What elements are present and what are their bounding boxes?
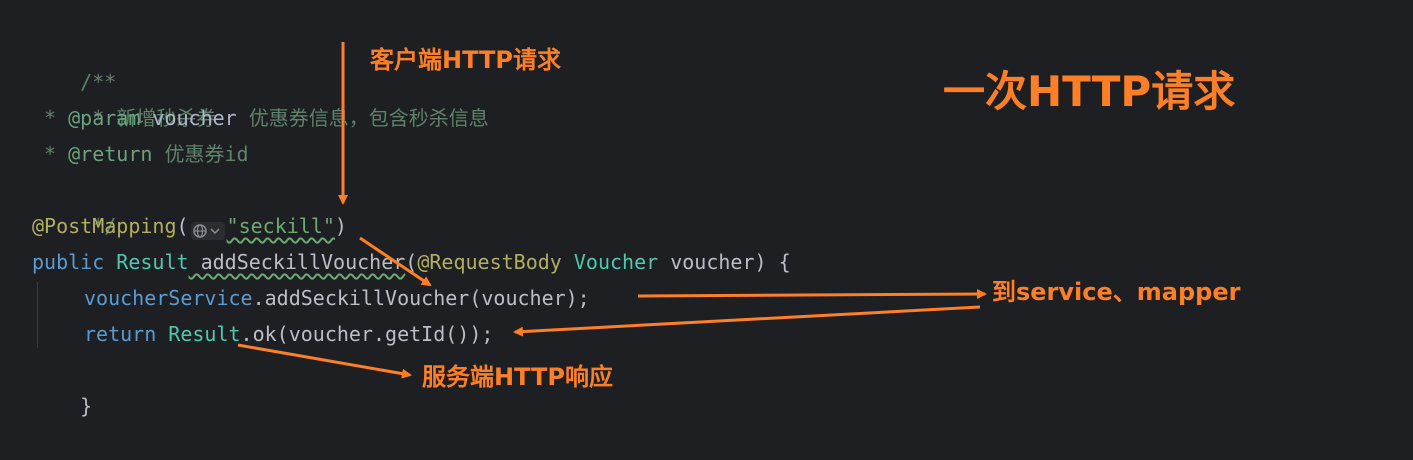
- service-mapper-label: 到service、mapper: [992, 278, 1241, 306]
- arrow-from-mapper: [513, 305, 981, 337]
- server-response-label: 服务端HTTP响应: [422, 363, 613, 391]
- arrow-to-method: [359, 236, 432, 287]
- client-request-label: 客户端HTTP请求: [370, 46, 561, 74]
- arrow-to-service: [637, 289, 987, 300]
- http-request-title: 一次HTTP请求: [943, 67, 1236, 116]
- arrow-server-response: [237, 343, 412, 379]
